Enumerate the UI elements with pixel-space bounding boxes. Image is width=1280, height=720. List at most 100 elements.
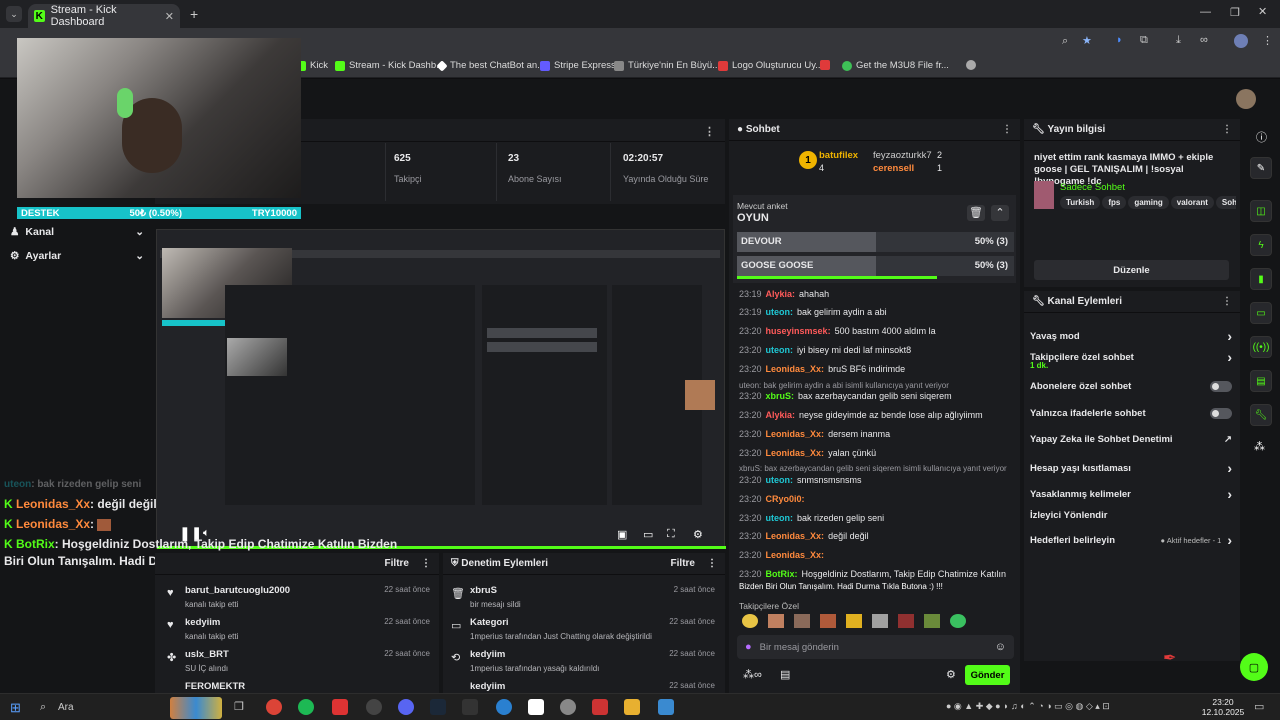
extension-icon[interactable]: ◗ xyxy=(1116,34,1123,46)
chat-username[interactable]: Alykia: xyxy=(766,410,796,420)
chat-message[interactable]: 23:20 huseyinsmsek: 500 bastım 4000 aldım … xyxy=(739,326,936,336)
edit-stream-button[interactable]: Düzenle xyxy=(1034,260,1229,280)
collapse-poll-icon[interactable]: ⌃ xyxy=(991,205,1009,221)
chat-message[interactable]: 23:19 uteon: bak gelirim aydin a abi xyxy=(739,307,887,317)
emote[interactable] xyxy=(872,614,888,628)
bookmark-item[interactable]: Stripe Express xyxy=(540,60,616,71)
steam-icon[interactable] xyxy=(430,699,446,715)
channel-actions-menu-icon[interactable]: ⋮ xyxy=(1222,296,1232,307)
mic-icon[interactable]: ● xyxy=(745,641,752,653)
delete-poll-icon[interactable]: 🗑︎ xyxy=(967,205,985,221)
broadcast-icon[interactable]: ((•)) xyxy=(1250,336,1272,358)
bookmark-item[interactable] xyxy=(820,60,830,70)
chat-tools-icon[interactable]: ⁂∞ xyxy=(743,668,762,681)
channel-action-item[interactable]: Hesap yaşı kısıtlaması › xyxy=(1030,460,1232,476)
chat-username[interactable]: CRyo0i0: xyxy=(766,494,805,504)
moderation-menu-icon[interactable]: ⋮ xyxy=(707,558,717,569)
app-icon[interactable] xyxy=(560,699,576,715)
chat-message[interactable]: Bizden Biri Olun Tanışalım. Hadi Durma T… xyxy=(739,582,943,591)
chat-username[interactable]: Leonidas_Xx: xyxy=(766,531,825,541)
widgets-icon[interactable] xyxy=(170,697,222,719)
pencil-icon[interactable]: ✎ xyxy=(1250,157,1272,179)
tag[interactable]: Turkish xyxy=(1060,196,1101,209)
chevron-right-icon[interactable]: › xyxy=(1227,349,1232,365)
chat-username[interactable]: Leonidas_Xx: xyxy=(766,550,825,560)
discord-icon[interactable] xyxy=(398,699,414,715)
chat-input[interactable]: ● Bir mesaj gönderin ☺ xyxy=(737,635,1014,659)
theater-icon[interactable]: ▭ xyxy=(643,528,653,541)
channel-action-item[interactable]: Yapay Zeka ile Sohbet Denetimi ↗ xyxy=(1030,434,1232,445)
chat-message[interactable]: 23:20 Leonidas_Xx: yalan çünkü xyxy=(739,448,876,458)
stream-category[interactable]: Sadece Sohbet xyxy=(1060,182,1125,193)
doc-icon[interactable]: ▮ xyxy=(1250,268,1272,290)
bookmark-star-icon[interactable]: ★ xyxy=(1082,34,1092,47)
chat-message[interactable]: 23:20 Alykia: neyse gideyimde az bende los… xyxy=(739,410,983,420)
windows-start-icon[interactable]: ⊞ xyxy=(10,700,21,716)
chrome-icon[interactable] xyxy=(266,699,282,715)
channel-action-item[interactable]: Yasaklanmış kelimeler › xyxy=(1030,486,1232,502)
send-button[interactable]: Gönder xyxy=(965,665,1010,685)
chat-username[interactable]: BotRix: xyxy=(766,569,798,579)
support-chat-button[interactable]: ▢ xyxy=(1240,653,1268,681)
layout-icon[interactable]: ▤ xyxy=(1250,370,1272,392)
profile-avatar[interactable] xyxy=(1234,34,1248,48)
chat-message[interactable]: 23:20 uteon: snmsnsmsnsms xyxy=(739,475,862,485)
user-avatar[interactable] xyxy=(1236,89,1256,109)
channel-action-item[interactable]: Yavaş mod › xyxy=(1030,328,1232,344)
task-view-icon[interactable]: ❐ xyxy=(234,700,244,713)
close-window-icon[interactable]: ✕ xyxy=(1258,5,1267,18)
chat-message[interactable]: uteon: bak gelirim aydin a abi isimli ku… xyxy=(739,381,949,390)
chat-username[interactable]: Leonidas_Xx: xyxy=(766,448,825,458)
more-apps-icon[interactable]: ⁂ xyxy=(1254,440,1265,453)
chevron-right-icon[interactable]: › xyxy=(1227,328,1232,344)
extensions-puzzle-icon[interactable]: ⧉ xyxy=(1140,34,1148,47)
emote[interactable] xyxy=(820,614,836,628)
stream-info-menu-icon[interactable]: ⋮ xyxy=(1222,124,1232,135)
notification-icon[interactable]: ▭ xyxy=(1254,700,1264,713)
maximize-icon[interactable]: ❐ xyxy=(1230,6,1240,19)
channel-action-item[interactable]: Abonelere özel sohbet xyxy=(1030,381,1232,392)
emote[interactable] xyxy=(924,614,940,628)
emote[interactable] xyxy=(950,614,966,628)
chat-settings-icon[interactable]: ⚙ xyxy=(946,668,956,681)
tray-icons[interactable]: ● ◉ ▲ ✚ ◆ ● ◗ ♫ ◐ ⌃ ◔ ◑ ▭ ◎ ◍ ◇ ▴ ⊡ xyxy=(946,701,1110,712)
bolt-icon[interactable]: ϟ xyxy=(1250,234,1272,256)
toggle-switch[interactable] xyxy=(1210,381,1232,392)
chat-username[interactable]: Alykia: xyxy=(766,289,796,299)
chat-message[interactable]: 23:19 Alykia: ahahah xyxy=(739,289,829,299)
external-link-icon[interactable]: ↗ xyxy=(1224,434,1232,445)
app-icon[interactable] xyxy=(592,699,608,715)
bookmark-item[interactable]: Türkiye'nin En Büyü... xyxy=(614,60,720,71)
chat-message[interactable]: 23:20 xbruS: bax azerbaycandan gelib seni … xyxy=(739,391,952,401)
activity-filter-button[interactable]: Filtre xyxy=(385,558,409,569)
sidebar-item-ayarlar[interactable]: ⚙ Ayarlar ⌄ xyxy=(10,250,144,262)
moderation-filter-button[interactable]: Filtre xyxy=(671,558,695,569)
spotify-icon[interactable] xyxy=(298,699,314,715)
file-explorer-icon[interactable] xyxy=(624,699,640,715)
message-icon[interactable]: ▭ xyxy=(1250,302,1272,324)
emote[interactable] xyxy=(794,614,810,628)
sidebar-item-kanal[interactable]: ♟ Kanal ⌄ xyxy=(10,226,144,238)
search-icon[interactable]: ⌕ xyxy=(40,701,46,714)
tools-icon[interactable]: 🔧︎ xyxy=(1250,404,1272,426)
info-icon[interactable]: ⓘ xyxy=(1256,129,1267,145)
chevron-right-icon[interactable]: › xyxy=(1227,460,1232,476)
chat-username[interactable]: uteon: xyxy=(766,475,794,485)
pip-icon[interactable]: ▣ xyxy=(617,528,627,541)
chat-message[interactable]: 23:20 uteon: bak rizeden gelip seni xyxy=(739,513,884,523)
chat-message[interactable]: 23:20 uteon: iyi bisey mi dedi laf minsokt… xyxy=(739,345,911,355)
bookmark-item[interactable]: Get the M3U8 File fr... xyxy=(842,60,949,71)
fullscreen-icon[interactable]: ⛶ xyxy=(667,528,675,541)
chat-message[interactable]: 23:20 Leonidas_Xx: xyxy=(739,550,828,560)
toggle-switch[interactable] xyxy=(1210,408,1232,419)
tag[interactable]: valorant xyxy=(1170,196,1214,209)
tab-kick-dashboard[interactable]: K Stream - Kick Dashboard ✕ xyxy=(28,4,180,28)
tag[interactable]: Sohb xyxy=(1215,196,1236,209)
chat-message[interactable]: 23:20 CRyo0i0: xyxy=(739,494,809,504)
settings-icon[interactable]: ⚙ xyxy=(693,528,703,541)
emote[interactable] xyxy=(898,614,914,628)
bookmark-item[interactable] xyxy=(966,60,976,70)
epic-games-icon[interactable] xyxy=(462,699,478,715)
tag[interactable]: fps xyxy=(1102,196,1127,209)
bookmark-item[interactable]: Stream - Kick Dashb... xyxy=(335,60,444,71)
